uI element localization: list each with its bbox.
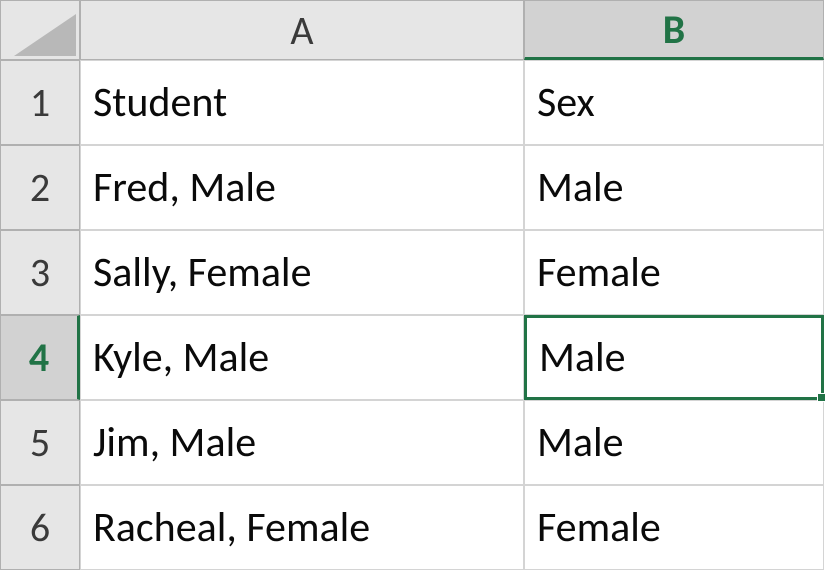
column-header-B[interactable]: B <box>524 0 824 60</box>
cell-A3[interactable]: Sally, Female <box>80 230 524 315</box>
row-header-3[interactable]: 3 <box>0 230 80 315</box>
row-header-6[interactable]: 6 <box>0 485 80 570</box>
corner-triangle-icon <box>14 14 76 56</box>
row-header-2[interactable]: 2 <box>0 145 80 230</box>
row-header-5[interactable]: 5 <box>0 400 80 485</box>
row-header-1[interactable]: 1 <box>0 60 80 145</box>
cell-A4[interactable]: Kyle, Male <box>80 315 524 400</box>
spreadsheet-grid: A B 1 Student Sex 2 Fred, Male Male 3 Sa… <box>0 0 836 570</box>
cell-A2[interactable]: Fred, Male <box>80 145 524 230</box>
column-header-A[interactable]: A <box>80 0 524 60</box>
cell-B5[interactable]: Male <box>524 400 824 485</box>
select-all-corner[interactable] <box>0 0 80 60</box>
cell-A1[interactable]: Student <box>80 60 524 145</box>
cell-B2[interactable]: Male <box>524 145 824 230</box>
fill-handle[interactable] <box>817 393 826 402</box>
row-header-4[interactable]: 4 <box>0 315 80 400</box>
cell-A5[interactable]: Jim, Male <box>80 400 524 485</box>
cell-B6[interactable]: Female <box>524 485 824 570</box>
cell-B4-value: Male <box>539 332 626 383</box>
cell-B1[interactable]: Sex <box>524 60 824 145</box>
cell-B4[interactable]: Male <box>524 315 824 400</box>
cell-B3[interactable]: Female <box>524 230 824 315</box>
cell-A6[interactable]: Racheal, Female <box>80 485 524 570</box>
